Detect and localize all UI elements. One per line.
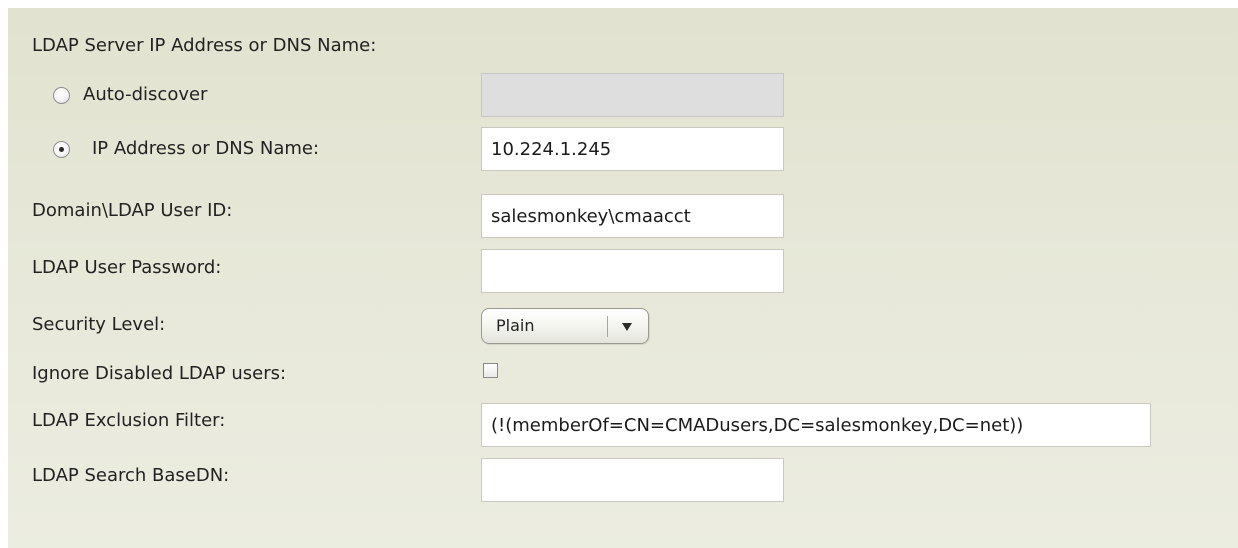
auto-discover-field	[481, 73, 784, 117]
dropdown-arrow-icon[interactable]	[622, 323, 632, 331]
exclusion-filter-label: LDAP Exclusion Filter:	[32, 410, 226, 431]
user-id-label: Domain\LDAP User ID:	[32, 200, 233, 221]
auto-discover-label[interactable]: Auto-discover	[83, 83, 207, 107]
ip-or-dns-input[interactable]	[481, 127, 784, 171]
ip-or-dns-radio[interactable]	[53, 141, 70, 158]
select-divider	[607, 316, 608, 337]
search-basedn-input[interactable]	[481, 458, 784, 502]
radio-selected-dot	[59, 147, 64, 152]
ignore-disabled-label: Ignore Disabled LDAP users:	[32, 363, 287, 384]
exclusion-filter-input[interactable]	[481, 403, 1151, 447]
auto-discover-radio[interactable]	[53, 87, 70, 104]
search-basedn-label: LDAP Search BaseDN:	[32, 465, 230, 486]
user-id-input[interactable]	[481, 194, 784, 238]
password-input[interactable]	[481, 249, 784, 293]
ignore-disabled-checkbox[interactable]	[483, 363, 498, 378]
ip-or-dns-label[interactable]: IP Address or DNS Name:	[92, 137, 319, 161]
security-level-value: Plain	[496, 316, 535, 335]
security-level-select[interactable]: Plain	[481, 308, 649, 344]
ldap-settings-panel: LDAP Server IP Address or DNS Name: Auto…	[8, 8, 1238, 548]
ldap-server-heading: LDAP Server IP Address or DNS Name:	[32, 35, 377, 56]
security-level-label: Security Level:	[32, 314, 166, 335]
password-label: LDAP User Password:	[32, 257, 222, 278]
